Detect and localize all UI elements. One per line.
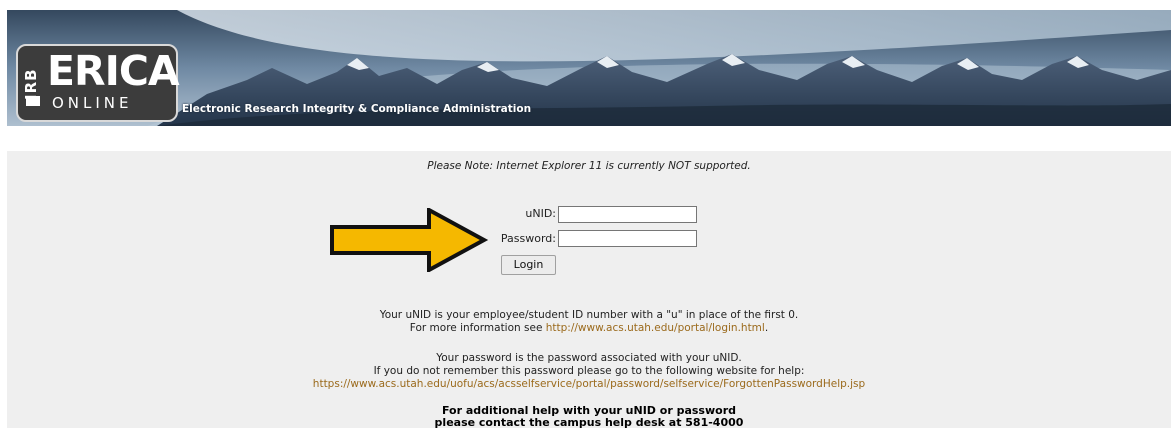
unid-input[interactable] [558,206,697,223]
password-info-line2: If you do not remember this password ple… [373,365,805,377]
unid-info: Your uNID is your employee/student ID nu… [7,309,1171,335]
browser-support-note: Please Note: Internet Explorer 11 is cur… [427,160,751,172]
banner-tagline: Electronic Research Integrity & Complian… [182,103,532,115]
unid-info-suffix: . [764,322,769,334]
forgotten-password-link[interactable]: https://www.acs.utah.edu/uofu/acs/acssel… [7,378,1171,391]
logo-bar-mark [26,96,40,106]
login-button[interactable]: Login [501,255,556,275]
password-info: Your password is the password associated… [7,352,1171,391]
password-info-line1: Your password is the password associated… [436,352,742,364]
password-input[interactable] [558,230,697,247]
unid-info-prefix: For more information see [409,322,546,334]
unid-label: uNID: [525,207,556,220]
login-panel: Please Note: Internet Explorer 11 is cur… [7,151,1171,429]
logo-erica-text: ERICA [47,47,180,95]
logo-online-text: ONLINE [52,94,133,112]
acs-portal-login-link[interactable]: http://www.acs.utah.edu/portal/login.htm… [546,322,765,334]
arrow-pointer-icon [330,208,489,272]
erica-online-logo: IRB ERICA ONLINE [16,44,180,122]
password-label: Password: [500,232,556,245]
unid-info-line2: For more information see http://www.acs.… [7,322,1171,335]
help-desk-line2: please contact the campus help desk at 5… [434,416,744,429]
unid-info-line1: Your uNID is your employee/student ID nu… [379,309,799,321]
help-desk-info: For additional help with your uNID or pa… [7,405,1171,429]
header-banner: IRB ERICA ONLINE Electronic Research Int… [7,10,1171,126]
